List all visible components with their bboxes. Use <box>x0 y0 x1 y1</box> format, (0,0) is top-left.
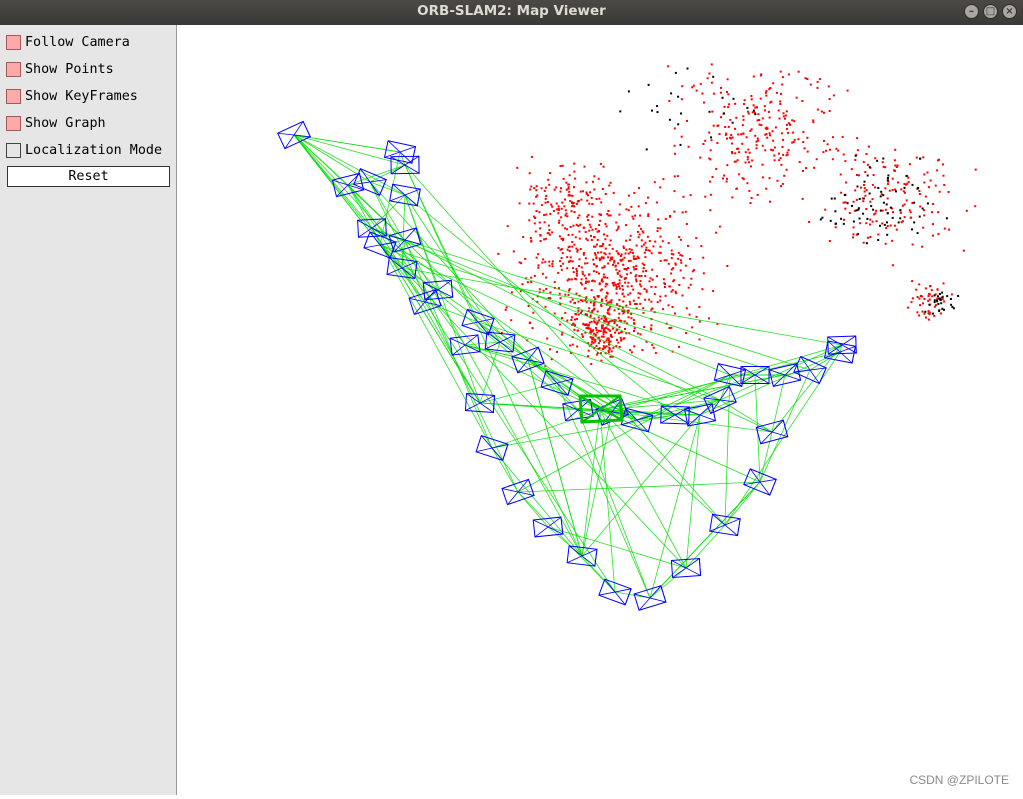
close-button[interactable]: × <box>1002 4 1017 19</box>
options-panel: Follow Camera Show Points Show KeyFrames… <box>0 25 177 795</box>
show-keyframes-checkbox[interactable] <box>6 89 21 104</box>
window-title: ORB-SLAM2: Map Viewer <box>417 3 606 19</box>
show-keyframes-label: Show KeyFrames <box>25 89 138 104</box>
show-graph-label: Show Graph <box>25 116 106 131</box>
show-points-checkbox[interactable] <box>6 62 21 77</box>
localization-mode-label: Localization Mode <box>25 143 163 158</box>
localization-mode-checkbox[interactable] <box>6 143 21 158</box>
minimize-button[interactable]: – <box>964 4 979 19</box>
map-points <box>497 63 977 367</box>
follow-camera-label: Follow Camera <box>25 35 130 50</box>
map-canvas <box>277 63 977 611</box>
watermark: CSDN @ZPILOTE <box>909 773 1009 787</box>
show-graph-checkbox[interactable] <box>6 116 21 131</box>
show-points-label: Show Points <box>25 62 114 77</box>
follow-camera-checkbox[interactable] <box>6 35 21 50</box>
reset-button[interactable]: Reset <box>7 166 170 187</box>
maximize-button[interactable]: □ <box>983 4 998 19</box>
map-viewport[interactable] <box>177 25 1023 795</box>
title-bar: ORB-SLAM2: Map Viewer – □ × <box>0 0 1023 25</box>
